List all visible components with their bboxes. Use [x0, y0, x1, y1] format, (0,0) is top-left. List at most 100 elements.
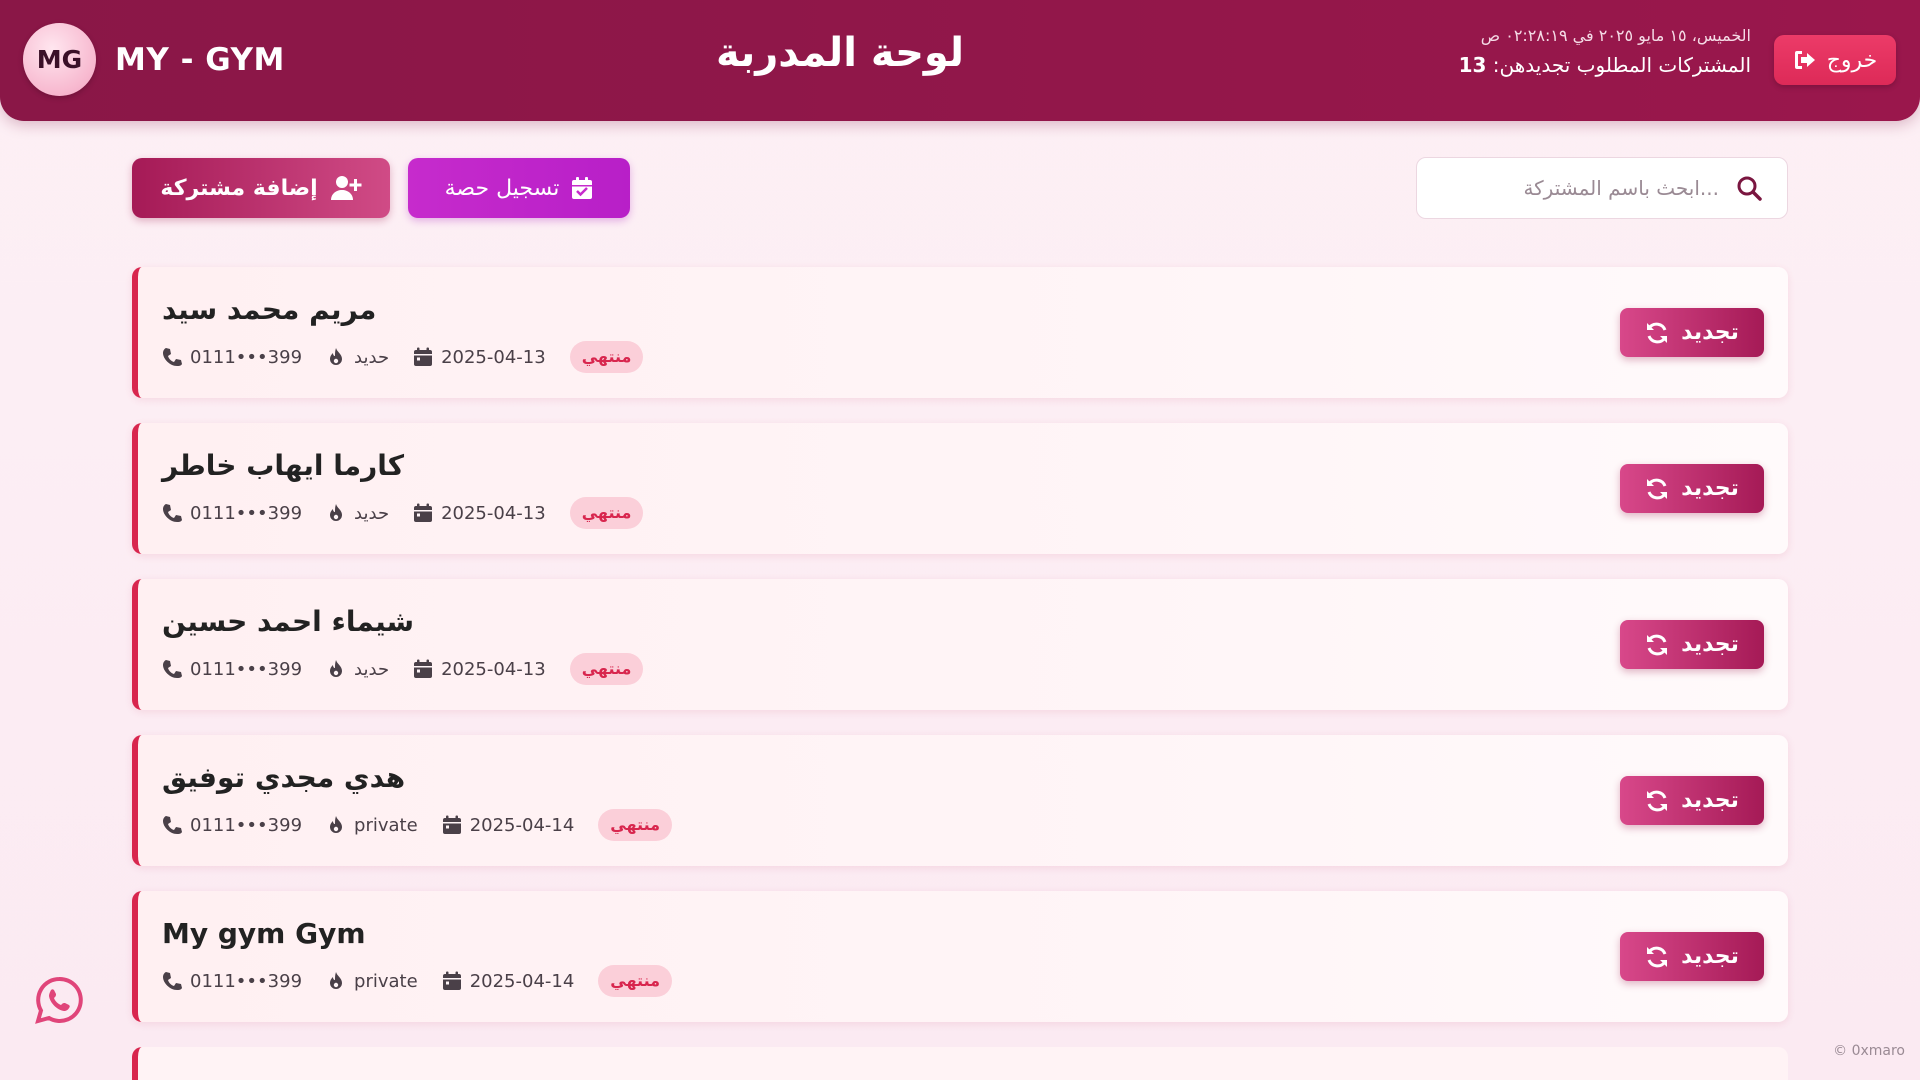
- fire-icon: [330, 660, 343, 677]
- calendar-check-icon: [572, 177, 593, 199]
- renew-label: تجديد: [1681, 476, 1739, 501]
- renew-label: تجديد: [1681, 320, 1739, 345]
- whatsapp-button[interactable]: [34, 975, 84, 1025]
- phone-icon: [163, 348, 182, 366]
- member-name: كارما ايهاب خاطر: [162, 449, 404, 482]
- member-end-date: 2025-04-13: [441, 658, 546, 680]
- member-name: شيماء احمد حسين: [162, 605, 415, 638]
- member-card: My gym Gym 0111•••399 private 2025-04-14…: [132, 891, 1788, 1022]
- plan-item: حديد: [326, 347, 389, 368]
- plan-item: حديد: [326, 659, 389, 680]
- member-card: هدي مجدي توفيق 0111•••399 private 2025-0…: [132, 735, 1788, 866]
- member-end-date: 2025-04-13: [441, 502, 546, 524]
- status-badge: منتهي: [598, 965, 673, 997]
- phone-item: 0111•••399: [162, 503, 302, 524]
- add-member-button[interactable]: إضافة مشتركة: [132, 158, 390, 218]
- search-box[interactable]: [1416, 157, 1788, 219]
- status-badge: منتهي: [569, 341, 644, 373]
- renew-button[interactable]: تجديد: [1620, 776, 1764, 825]
- sync-icon: [1647, 478, 1668, 499]
- phone-icon: [163, 972, 182, 990]
- member-meta: 0111•••399 حديد 2025-04-13 منتهي: [162, 651, 644, 687]
- date-item: 2025-04-13: [413, 503, 546, 524]
- date-item: 2025-04-14: [442, 970, 575, 992]
- logo-avatar: MG: [23, 23, 96, 96]
- logout-button[interactable]: خروج: [1774, 35, 1896, 85]
- renew-button[interactable]: تجديد: [1620, 932, 1764, 981]
- sync-icon: [1647, 634, 1668, 655]
- date-item: 2025-04-14: [442, 814, 575, 836]
- sign-out-icon: [1794, 51, 1815, 69]
- renew-button[interactable]: تجديد: [1620, 464, 1764, 513]
- phone-item: 0111•••399: [162, 347, 302, 368]
- member-phone: 0111•••399: [190, 814, 303, 836]
- add-member-label: إضافة مشتركة: [160, 175, 318, 201]
- phone-icon: [163, 660, 182, 678]
- status-badge: منتهي: [598, 809, 673, 841]
- phone-item: 0111•••399: [162, 971, 302, 992]
- calendar-icon: [442, 971, 461, 990]
- member-card: مريم محمد سيد 0111•••399 حديد 2025-04-13…: [132, 267, 1788, 398]
- fire-icon: [330, 816, 343, 833]
- member-meta: 0111•••399 private 2025-04-14 منتهي: [162, 963, 673, 999]
- renew-label: تجديد: [1681, 632, 1739, 657]
- fire-icon: [330, 972, 343, 989]
- calendar-icon: [414, 503, 433, 522]
- user-plus-icon: [330, 176, 362, 200]
- date-item: 2025-04-13: [413, 659, 546, 680]
- calendar-icon: [442, 815, 461, 834]
- member-end-date: 2025-04-14: [469, 970, 575, 992]
- member-meta: 0111•••399 حديد 2025-04-13 منتهي: [162, 495, 644, 531]
- renew-button[interactable]: تجديد: [1620, 620, 1764, 669]
- whatsapp-icon: [35, 976, 83, 1024]
- member-end-date: 2025-04-14: [469, 814, 575, 836]
- member-end-date: 2025-04-13: [441, 346, 546, 368]
- member-meta: 0111•••399 private 2025-04-14 منتهي: [162, 807, 673, 843]
- renew-label: تجديد: [1681, 944, 1739, 969]
- calendar-icon: [414, 659, 433, 678]
- status-badge: منتهي: [569, 497, 644, 529]
- page-title: لوحة المدربة: [715, 30, 965, 76]
- log-session-label: تسجيل حصة: [444, 175, 560, 201]
- member-name: هدي مجدي توفيق: [162, 761, 406, 794]
- member-name: مريم محمد سيد: [162, 293, 377, 326]
- header-info: الخميس، ١٥ مايو ٢٠٢٥ في ٠٢:٢٨:١٩ ص المشت…: [1459, 26, 1751, 77]
- phone-item: 0111•••399: [162, 815, 302, 836]
- renew-count-text: المشتركات المطلوب تجديدهن: 13: [1459, 53, 1751, 77]
- member-plan: private: [354, 970, 418, 992]
- member-meta: 0111•••399 حديد 2025-04-13 منتهي: [162, 339, 644, 375]
- sync-icon: [1647, 946, 1668, 967]
- member-plan: حديد: [354, 502, 390, 524]
- member-card: شيماء احمد حسين 0111•••399 حديد 2025-04-…: [132, 579, 1788, 710]
- plan-item: حديد: [326, 503, 389, 524]
- current-datetime: الخميس، ١٥ مايو ٢٠٢٥ في ٠٢:٢٨:١٩ ص: [1480, 26, 1751, 45]
- search-input[interactable]: [1459, 176, 1719, 200]
- plan-item: private: [326, 815, 418, 836]
- log-session-button[interactable]: تسجيل حصة: [408, 158, 630, 218]
- renew-label: تجديد: [1681, 788, 1739, 813]
- plan-item: private: [326, 971, 418, 992]
- member-card: كارما ايهاب خاطر 0111•••399 حديد 2025-04…: [132, 423, 1788, 554]
- top-header: MG MY - GYM لوحة المدربة الخميس، ١٥ مايو…: [0, 0, 1920, 121]
- sync-icon: [1647, 790, 1668, 811]
- renew-count-value: 13: [1458, 53, 1487, 77]
- renew-button[interactable]: تجديد: [1620, 308, 1764, 357]
- brand-name: MY - GYM: [115, 41, 285, 78]
- member-phone: 0111•••399: [190, 346, 303, 368]
- member-phone: 0111•••399: [190, 658, 303, 680]
- member-name: My gym Gym: [162, 917, 366, 950]
- renew-count-label: المشتركات المطلوب تجديدهن:: [1492, 53, 1751, 77]
- member-list: مريم محمد سيد 0111•••399 حديد 2025-04-13…: [132, 267, 1788, 1047]
- calendar-icon: [414, 347, 433, 366]
- phone-item: 0111•••399: [162, 659, 302, 680]
- member-phone: 0111•••399: [190, 970, 303, 992]
- status-badge: منتهي: [569, 653, 644, 685]
- member-plan: حديد: [354, 346, 390, 368]
- date-item: 2025-04-13: [413, 347, 546, 368]
- member-plan: private: [354, 814, 418, 836]
- sync-icon: [1647, 322, 1668, 343]
- member-phone: 0111•••399: [190, 502, 303, 524]
- member-card-partial: [132, 1047, 1788, 1080]
- search-icon: [1737, 176, 1762, 201]
- brand: MG MY - GYM: [23, 23, 285, 96]
